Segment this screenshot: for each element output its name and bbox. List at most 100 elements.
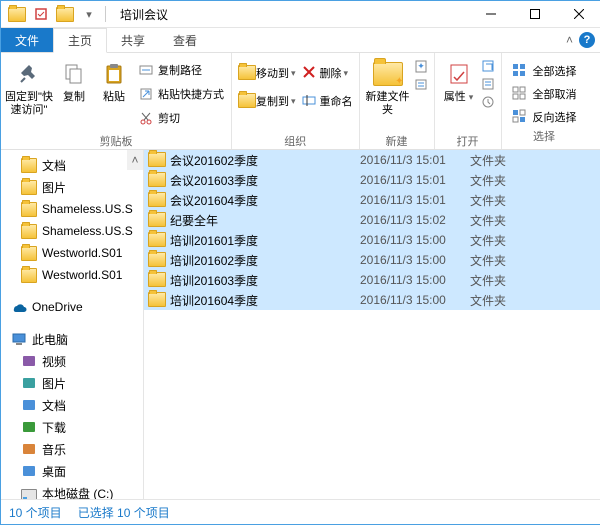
file-row[interactable]: 培训201604季度2016/11/3 15:00文件夹	[144, 290, 600, 310]
file-date: 2016/11/3 15:01	[360, 153, 470, 167]
file-date: 2016/11/3 15:02	[360, 213, 470, 227]
statusbar: 10 个项目 已选择 10 个项目	[1, 499, 600, 524]
newitem-icon[interactable]: ✦	[414, 59, 430, 73]
moveto-button[interactable]: 移动到▾	[236, 62, 298, 84]
file-name: 会议201603季度	[170, 172, 360, 189]
file-name: 培训201601季度	[170, 232, 360, 249]
folder-icon	[21, 223, 37, 239]
nav-item[interactable]: 文档	[1, 154, 143, 176]
selectall-button[interactable]: 全部选择	[512, 60, 577, 82]
nav-pc-item[interactable]: 视频	[1, 350, 143, 372]
nav-pc-item[interactable]: 下载	[1, 416, 143, 438]
nav-pc-item[interactable]: 音乐	[1, 438, 143, 460]
file-row[interactable]: 会议201603季度2016/11/3 15:01文件夹	[144, 170, 600, 190]
nav-item[interactable]: Shameless.US.S	[1, 220, 143, 242]
nav-scroll-up-icon[interactable]: ˄	[127, 150, 143, 170]
nav-pc-item-label: 视频	[42, 353, 66, 370]
dropdown-icon: ▾	[291, 96, 296, 107]
pin-quickaccess-button[interactable]: 固定到"快速访问"	[5, 56, 53, 117]
folder-icon	[7, 4, 27, 24]
nav-item[interactable]: Shameless.US.S	[1, 198, 143, 220]
delete-button[interactable]: 删除▾	[300, 62, 355, 84]
folder-icon	[148, 172, 164, 188]
tab-share[interactable]: 共享	[107, 28, 159, 52]
easyaccess-icon[interactable]	[414, 77, 430, 91]
qat-dropdown-icon[interactable]: ▾	[79, 4, 99, 24]
maximize-button[interactable]	[513, 1, 557, 27]
copy-icon	[59, 59, 89, 89]
close-button[interactable]	[557, 1, 600, 27]
cut-button[interactable]: 剪切	[135, 107, 227, 129]
selectnone-button[interactable]: 全部取消	[512, 83, 577, 105]
copy-button[interactable]: 复制	[55, 56, 93, 104]
folder-icon	[148, 232, 164, 248]
nav-pc-item[interactable]: 桌面	[1, 460, 143, 482]
file-name: 会议201604季度	[170, 192, 360, 209]
nav-thispc[interactable]: 此电脑	[1, 328, 143, 350]
downloads-icon	[21, 419, 37, 435]
clipboard-group-label: 剪贴板	[5, 133, 227, 149]
file-row[interactable]: 会议201602季度2016/11/3 15:01文件夹	[144, 150, 600, 170]
file-date: 2016/11/3 15:00	[360, 233, 470, 247]
nav-item-label: 图片	[42, 179, 66, 196]
pin-icon	[14, 59, 44, 89]
invertselect-button[interactable]: 反向选择	[512, 106, 577, 128]
open-icon[interactable]	[481, 59, 497, 73]
invertselect-icon	[512, 109, 528, 125]
copy-path-button[interactable]: 复制路径	[135, 59, 227, 81]
nav-pc-item[interactable]: 本地磁盘 (C:)	[1, 482, 143, 499]
file-name: 会议201602季度	[170, 152, 360, 169]
file-row[interactable]: 纪要全年2016/11/3 15:02文件夹	[144, 210, 600, 230]
select-group-label: 选择	[506, 128, 583, 144]
nav-item[interactable]: Westworld.S01	[1, 242, 143, 264]
help-icon[interactable]: ?	[579, 32, 595, 48]
window-controls	[469, 1, 600, 27]
file-row[interactable]: 会议201604季度2016/11/3 15:01文件夹	[144, 190, 600, 210]
file-list-pane[interactable]: 会议201602季度2016/11/3 15:01文件夹会议201603季度20…	[144, 150, 600, 499]
file-date: 2016/11/3 15:01	[360, 193, 470, 207]
tab-file[interactable]: 文件	[1, 28, 53, 52]
folder-icon	[21, 157, 37, 173]
ribbon-group-select: 全部选择 全部取消 反向选择 选择	[502, 53, 587, 149]
file-row[interactable]: 培训201601季度2016/11/3 15:00文件夹	[144, 230, 600, 250]
nav-item-label: Westworld.S01	[42, 246, 122, 260]
file-type: 文件夹	[470, 192, 530, 209]
copypath-label: 复制路径	[158, 62, 202, 78]
moveto-label: 移动到	[256, 65, 289, 81]
copyto-button[interactable]: 复制到▾	[236, 90, 298, 112]
organize-group-label: 组织	[236, 133, 355, 149]
paste-button[interactable]: 粘贴	[95, 56, 133, 104]
qat-properties-icon[interactable]	[31, 4, 51, 24]
history-icon[interactable]	[481, 95, 497, 109]
file-row[interactable]: 培训201603季度2016/11/3 15:00文件夹	[144, 270, 600, 290]
file-type: 文件夹	[470, 292, 530, 309]
nav-item[interactable]: Westworld.S01	[1, 264, 143, 286]
navigation-pane[interactable]: ˄ 文档图片Shameless.US.SShameless.US.SWestwo…	[1, 150, 144, 499]
status-count: 10 个项目	[9, 504, 62, 521]
minimize-button[interactable]	[469, 1, 513, 27]
nav-pc-item-label: 桌面	[42, 463, 66, 480]
file-date: 2016/11/3 15:00	[360, 253, 470, 267]
separator	[105, 6, 106, 22]
properties-button[interactable]: 属性 ▾	[439, 56, 479, 104]
quick-access-toolbar: ▾	[1, 4, 114, 24]
open-group-label: 打开	[439, 133, 497, 149]
newfolder-icon: ✦	[373, 59, 403, 89]
newfolder-button[interactable]: ✦ 新建文件夹	[364, 56, 412, 117]
status-selected: 已选择 10 个项目	[78, 504, 170, 521]
qat-newfolder-icon[interactable]	[55, 4, 75, 24]
nav-pc-item[interactable]: 文档	[1, 394, 143, 416]
nav-pc-item[interactable]: 图片	[1, 372, 143, 394]
tab-home[interactable]: 主页	[53, 28, 107, 53]
nav-onedrive[interactable]: OneDrive	[1, 296, 143, 318]
tab-view[interactable]: 查看	[159, 28, 211, 52]
ribbon-collapse-icon[interactable]: ˄	[566, 33, 573, 47]
file-row[interactable]: 培训201602季度2016/11/3 15:00文件夹	[144, 250, 600, 270]
paste-shortcut-button[interactable]: 粘贴快捷方式	[135, 83, 227, 105]
dropdown-icon: ▾	[469, 92, 474, 102]
nav-item[interactable]: 图片	[1, 176, 143, 198]
rename-button[interactable]: 重命名	[300, 90, 355, 112]
selectall-label: 全部选择	[533, 63, 577, 79]
ribbon-group-clipboard: 固定到"快速访问" 复制 粘贴 复制路径 粘贴快捷方式 剪切 剪贴板	[1, 53, 232, 149]
edit-icon[interactable]	[481, 77, 497, 91]
